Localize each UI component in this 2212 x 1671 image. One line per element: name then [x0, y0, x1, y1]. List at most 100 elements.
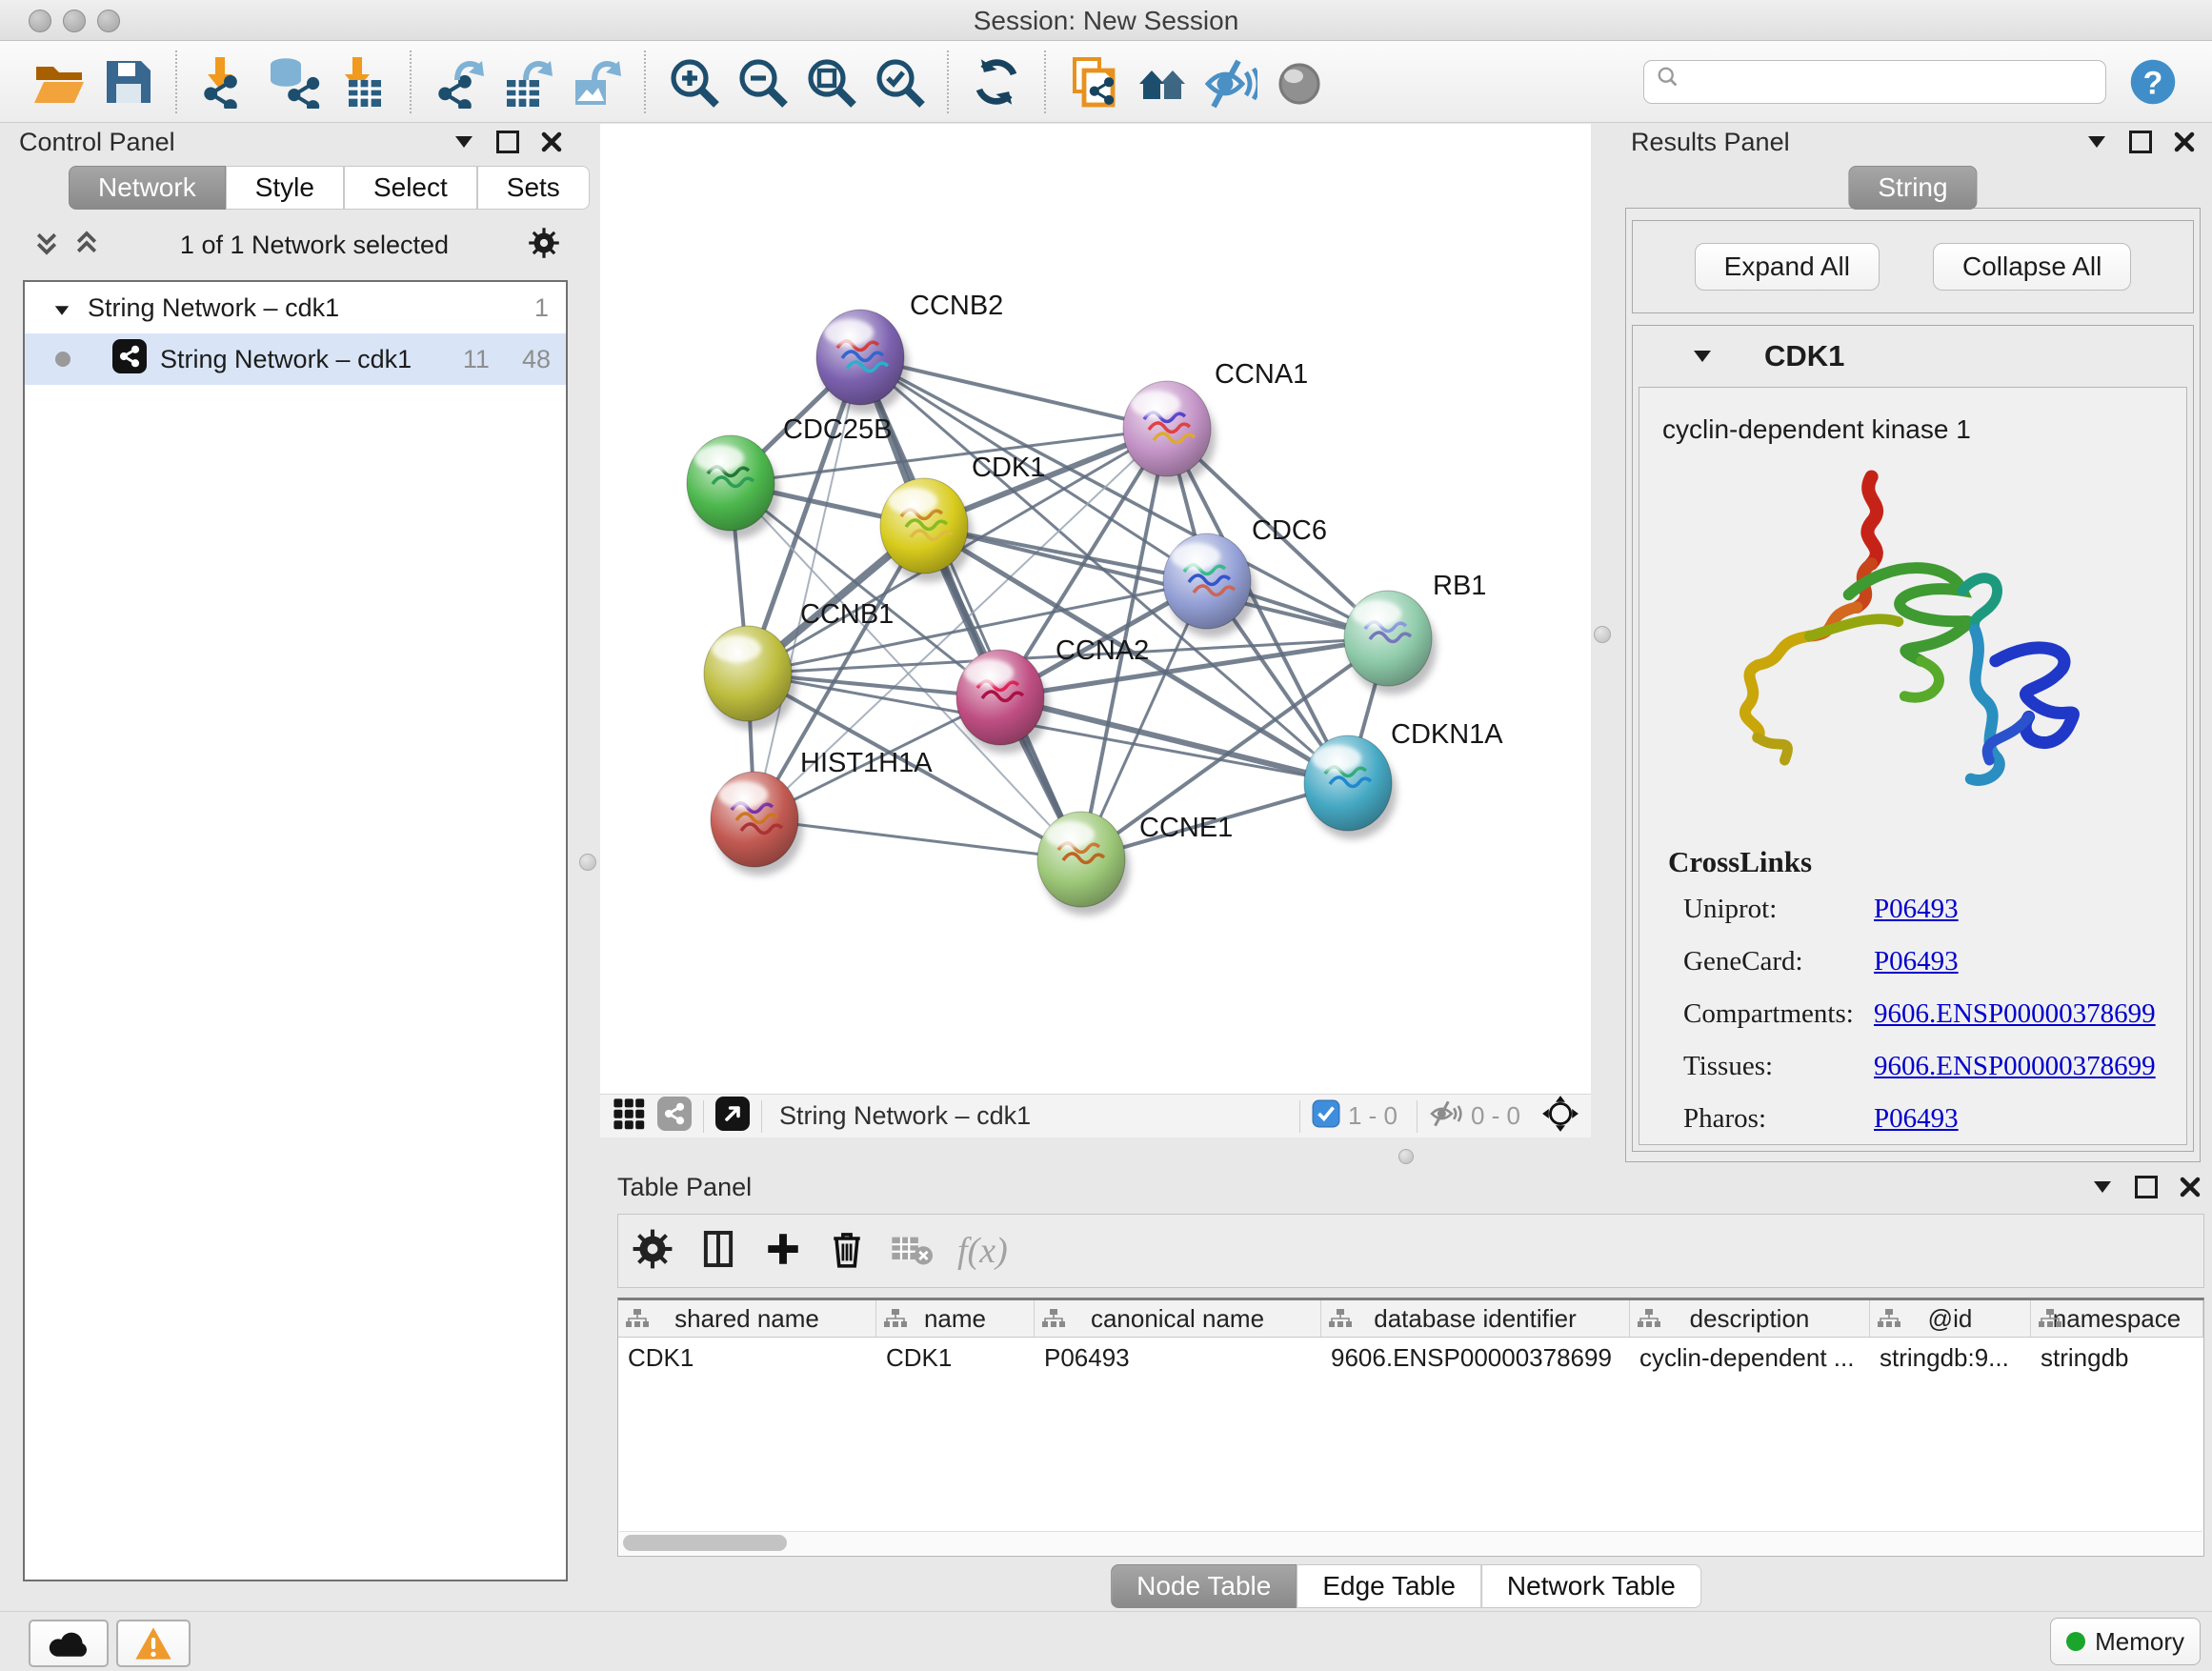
zoom-in-button[interactable]: [664, 52, 723, 111]
section-expander-icon[interactable]: [1694, 351, 1711, 362]
tree-expander-icon[interactable]: [53, 293, 70, 323]
expand-all-icon[interactable]: [72, 229, 101, 262]
memory-button[interactable]: Memory: [2050, 1618, 2201, 1665]
gene-details: cyclin-dependent kinase 1: [1639, 387, 2187, 1145]
gene-section-header[interactable]: CDK1: [1633, 326, 2193, 387]
crosslink-link[interactable]: 9606.ENSP00000378699: [1874, 1051, 2156, 1082]
crosslink-link[interactable]: P06493: [1874, 1103, 1959, 1135]
float-panel-icon[interactable]: [495, 130, 520, 154]
scrollbar-thumb[interactable]: [623, 1535, 787, 1551]
hide-panel-button[interactable]: [1201, 52, 1260, 111]
network-node-hist1h1a[interactable]: HIST1H1A: [711, 748, 933, 876]
open-in-new-icon[interactable]: [715, 1097, 750, 1136]
column-header-namespace[interactable]: namespace: [2031, 1300, 2203, 1337]
tab-string[interactable]: String: [1848, 166, 1977, 210]
crosshair-icon[interactable]: [1541, 1095, 1579, 1137]
network-row[interactable]: String Network – cdk1 11 48: [25, 333, 566, 385]
collapse-panel-icon[interactable]: [2084, 130, 2109, 154]
table-cell[interactable]: CDK1: [876, 1343, 1035, 1373]
column-header-shared-name[interactable]: shared name: [618, 1300, 876, 1337]
float-panel-icon[interactable]: [2134, 1175, 2159, 1199]
column-header--id[interactable]: @id: [1870, 1300, 2031, 1337]
network-node-ccnb2[interactable]: CCNB2: [816, 291, 1003, 413]
warning-button[interactable]: [116, 1620, 191, 1667]
network-node-rb1[interactable]: RB1: [1344, 571, 1486, 695]
import-table-button[interactable]: [332, 52, 392, 111]
collapse-all-icon[interactable]: [32, 229, 61, 262]
home-button[interactable]: [1133, 52, 1192, 111]
collapse-panel-icon[interactable]: [452, 130, 476, 154]
cloud-button[interactable]: [29, 1620, 109, 1667]
clone-network-button[interactable]: [1064, 52, 1123, 111]
import-network-button[interactable]: [195, 52, 254, 111]
hidden-counter: 0 - 0: [1471, 1101, 1520, 1131]
table-cell[interactable]: P06493: [1035, 1343, 1321, 1373]
zoom-selected-button[interactable]: [870, 52, 929, 111]
export-image-button[interactable]: [567, 52, 626, 111]
tab-network-table[interactable]: Network Table: [1481, 1564, 1701, 1608]
tab-network[interactable]: Network: [69, 166, 226, 210]
network-collection-row[interactable]: String Network – cdk1 1: [25, 282, 566, 333]
function-builder-button[interactable]: f(x): [957, 1230, 1008, 1272]
table-row[interactable]: CDK1CDK1P064939606.ENSP00000378699cyclin…: [618, 1338, 2203, 1378]
export-network-button[interactable]: [430, 52, 489, 111]
gear-icon[interactable]: [528, 227, 560, 264]
show-panel-button[interactable]: [1270, 52, 1329, 111]
table-cell[interactable]: cyclin-dependent ...: [1630, 1343, 1870, 1373]
tab-select[interactable]: Select: [344, 166, 477, 210]
horizontal-scrollbar[interactable]: [619, 1531, 2202, 1555]
table-cell[interactable]: 9606.ENSP00000378699: [1321, 1343, 1630, 1373]
node-label-cdkn1a: CDKN1A: [1391, 719, 1503, 750]
column-header-canonical-name[interactable]: canonical name: [1035, 1300, 1321, 1337]
network-node-ccne1[interactable]: CCNE1: [1037, 812, 1233, 916]
tab-node-table[interactable]: Node Table: [1111, 1564, 1297, 1608]
network-node-cdkn1a[interactable]: CDKN1A: [1304, 719, 1503, 839]
crosslink-link[interactable]: P06493: [1874, 946, 1959, 977]
string-badge-icon[interactable]: [657, 1097, 692, 1136]
delete-table-button[interactable]: [891, 1232, 933, 1271]
search-box[interactable]: [1643, 60, 2106, 104]
tab-edge-table[interactable]: Edge Table: [1297, 1564, 1481, 1608]
hidden-eye-icon[interactable]: [1429, 1099, 1463, 1133]
column-header-database-identifier[interactable]: database identifier: [1321, 1300, 1630, 1337]
node-label-cdc25b: CDC25B: [783, 414, 892, 445]
grid-view-icon[interactable]: [612, 1097, 646, 1136]
network-node-ccna1[interactable]: CCNA1: [1123, 359, 1308, 485]
crosslink-link[interactable]: P06493: [1874, 894, 1959, 925]
open-session-button[interactable]: [30, 52, 89, 111]
close-panel-icon[interactable]: [539, 130, 564, 154]
refresh-button[interactable]: [967, 52, 1026, 111]
show-columns-button[interactable]: [698, 1229, 738, 1274]
bottom-splitter-handle[interactable]: [1398, 1149, 1414, 1164]
column-header-description[interactable]: description: [1630, 1300, 1870, 1337]
export-table-button[interactable]: [498, 52, 557, 111]
table-cell[interactable]: CDK1: [618, 1343, 876, 1373]
zoom-out-button[interactable]: [733, 52, 792, 111]
create-column-button[interactable]: [763, 1229, 803, 1274]
collapse-all-button[interactable]: Collapse All: [1933, 243, 2131, 291]
table-cell[interactable]: stringdb:9...: [1870, 1343, 2031, 1373]
table-cell[interactable]: stringdb: [2031, 1343, 2203, 1373]
collapse-panel-icon[interactable]: [2090, 1175, 2115, 1199]
network-canvas[interactable]: CCNB2CCNA1CDC25BCDK1CDC6RB1CCNB1CCNA2CDK…: [600, 124, 1591, 1094]
expand-all-button[interactable]: Expand All: [1695, 243, 1880, 291]
import-database-button[interactable]: [264, 52, 323, 111]
selected-checkbox-icon[interactable]: [1312, 1099, 1340, 1133]
network-node-ccna2[interactable]: CCNA2: [956, 635, 1149, 754]
delete-column-button[interactable]: [828, 1228, 866, 1275]
table-options-button[interactable]: [632, 1228, 674, 1275]
close-panel-icon[interactable]: [2172, 130, 2197, 154]
tab-style[interactable]: Style: [226, 166, 344, 210]
crosslink-link[interactable]: 9606.ENSP00000378699: [1874, 998, 2156, 1030]
left-splitter-handle[interactable]: [579, 854, 596, 871]
save-session-button[interactable]: [98, 52, 157, 111]
right-splitter-handle[interactable]: [1594, 626, 1611, 643]
float-panel-icon[interactable]: [2128, 130, 2153, 154]
help-button[interactable]: ?: [2123, 52, 2182, 111]
search-input[interactable]: [1684, 66, 2094, 97]
zoom-fit-button[interactable]: [801, 52, 860, 111]
column-header-name[interactable]: name: [876, 1300, 1035, 1337]
tab-sets[interactable]: Sets: [477, 166, 590, 210]
close-panel-icon[interactable]: [2178, 1175, 2202, 1199]
network-edge[interactable]: [754, 819, 1081, 859]
